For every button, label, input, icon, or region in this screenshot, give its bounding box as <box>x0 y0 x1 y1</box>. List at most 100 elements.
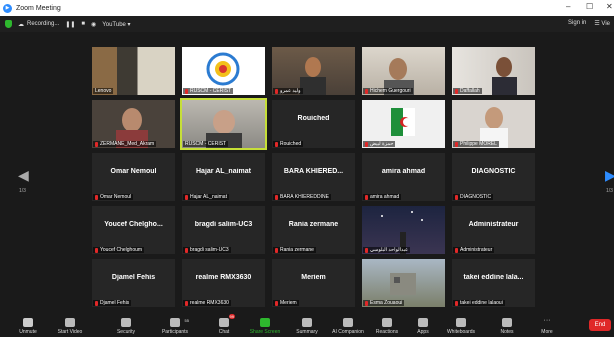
participant-label: takei eddine lalaoui <box>453 300 505 306</box>
participant-tile[interactable]: Omar Nemoul Omar Nemoul <box>92 153 175 201</box>
participant-tile[interactable]: DIAGNOSTIC DIAGNOSTIC <box>452 153 535 201</box>
recording-label: Recording... <box>27 21 60 27</box>
participant-tile[interactable]: Rania zermane Rania zermane <box>272 206 355 254</box>
participant-tile[interactable]: Hichem Guergouri <box>362 47 445 95</box>
zoom-logo-icon: ▶ <box>3 3 12 13</box>
chat-button[interactable]: 99 Chat <box>204 314 244 335</box>
participant-label: Rania zermane <box>273 247 316 253</box>
participant-tile[interactable]: takei eddine lala... takei eddine lalaou… <box>452 259 535 307</box>
page-indicator-right: 1/3 <box>606 188 613 194</box>
participant-label: Philippe MOREL <box>453 141 499 147</box>
participant-tile[interactable]: RUSCM - CERIST <box>182 47 265 95</box>
participant-name-display: amira ahmad <box>381 168 426 175</box>
end-meeting-button[interactable]: End <box>589 319 611 331</box>
muted-mic-icon <box>455 194 458 200</box>
sparkle-icon <box>343 318 353 327</box>
participant-name-display: realme RMX3630 <box>195 274 252 281</box>
participant-tile[interactable]: bragdi salim-UC3 bragdi salim-UC3 <box>182 206 265 254</box>
participant-tile[interactable]: Djamel Fehis Djamel Fehis <box>92 259 175 307</box>
muted-mic-icon <box>275 247 278 253</box>
recording-indicator[interactable]: ☁ Recording... <box>18 21 59 28</box>
participant-tile[interactable]: Daffallah <box>452 47 535 95</box>
muted-mic-icon <box>275 194 278 200</box>
view-button[interactable]: ☰ Vie <box>594 20 610 27</box>
participant-tile[interactable]: realme RMX3630 realme RMX3630 <box>182 259 265 307</box>
participant-label: RUSCM - CERIST <box>183 141 229 147</box>
notes-button[interactable]: Notes <box>487 318 527 335</box>
participant-tile[interactable]: ZERMANE_Med_Akram <box>92 100 175 148</box>
muted-mic-icon <box>365 300 368 306</box>
muted-mic-icon <box>455 247 458 253</box>
video-off-icon <box>65 318 75 327</box>
participant-tile-active-speaker[interactable]: RUSCM - CERIST <box>180 98 267 150</box>
muted-mic-icon <box>455 88 458 94</box>
security-shield-icon <box>121 318 131 327</box>
participant-tile[interactable]: Lenovo <box>92 47 175 95</box>
muted-mic-icon <box>365 194 368 200</box>
participant-label: Hajar AL_naimat <box>183 194 229 200</box>
participant-tile[interactable]: Hajar AL_naimat Hajar AL_naimat <box>182 153 265 201</box>
maximize-button[interactable]: ☐ <box>586 2 593 11</box>
minimize-button[interactable]: – <box>566 2 570 11</box>
participant-name-display: Youcef Chelgho... <box>104 221 163 228</box>
participant-label: وليد عمرو <box>273 88 303 94</box>
participant-label: Hichem Guergouri <box>363 88 413 94</box>
muted-microphone-icon <box>23 318 33 327</box>
previous-page-icon[interactable]: ◀ <box>18 167 29 184</box>
meeting-controls-toolbar: Unmute Start Video Security 55 Participan… <box>0 312 614 337</box>
youtube-dropdown[interactable]: YouTube ▾ <box>102 21 130 28</box>
participant-tile[interactable]: Philippe MOREL <box>452 100 535 148</box>
participant-label: Lenovo <box>93 88 114 94</box>
muted-mic-icon <box>185 88 188 94</box>
muted-mic-icon <box>95 247 98 253</box>
participant-label: حمزة لبيض <box>363 141 396 147</box>
participant-tile[interactable]: Meriem Meriem <box>272 259 355 307</box>
sign-in-link[interactable]: Sign in <box>568 20 586 27</box>
muted-mic-icon <box>275 88 278 94</box>
muted-mic-icon <box>185 194 188 200</box>
stop-recording-icon[interactable]: ■ <box>81 21 85 27</box>
notes-icon <box>502 318 512 327</box>
participant-label: Djamel Fehis <box>93 300 132 306</box>
participant-label: Youcef Chelghoum <box>93 247 145 253</box>
participant-tile[interactable]: حمزة لبيض <box>362 100 445 148</box>
muted-mic-icon <box>275 300 278 306</box>
participant-tile[interactable]: عبدالواحد البلوسي <box>362 206 445 254</box>
participant-tile[interactable]: Esma Zouaoui <box>362 259 445 307</box>
participant-name-display: Meriem <box>301 274 326 281</box>
participant-name-display: Djamel Fehis <box>111 274 156 281</box>
next-page-icon[interactable]: ▶ <box>605 167 614 184</box>
security-button[interactable]: Security <box>106 318 146 335</box>
whiteboards-button[interactable]: Whiteboards <box>441 318 481 335</box>
cloud-icon: ☁ <box>18 21 24 28</box>
more-dots-icon: ··· <box>543 317 551 324</box>
reactions-button[interactable]: Reactions <box>367 318 407 335</box>
muted-mic-icon <box>365 141 368 147</box>
participant-tile[interactable]: amira ahmad amira ahmad <box>362 153 445 201</box>
pause-recording-icon[interactable]: ❚❚ <box>65 21 75 28</box>
muted-mic-icon <box>185 300 188 306</box>
unmute-button[interactable]: Unmute <box>8 318 48 335</box>
participant-tile[interactable]: Administrateur Administrateur <box>452 206 535 254</box>
muted-mic-icon <box>365 247 368 253</box>
summary-document-icon <box>302 318 312 327</box>
participant-tile[interactable]: Youcef Chelgho... Youcef Chelghoum <box>92 206 175 254</box>
muted-mic-icon <box>185 247 188 253</box>
start-video-button[interactable]: Start Video <box>50 318 90 335</box>
participant-tile[interactable]: Rouiched Rouiched <box>272 100 355 148</box>
participant-label: Rouiched <box>273 141 304 147</box>
encryption-shield-icon[interactable] <box>5 20 12 28</box>
participant-tile[interactable]: BARA KHIERED... BARA KHIEREDDINE <box>272 153 355 201</box>
participants-icon: 55 <box>170 318 189 327</box>
apps-button[interactable]: Apps <box>403 318 443 335</box>
page-indicator-left: 1/3 <box>19 188 26 194</box>
meeting-topbar: ☁ Recording... ❚❚ ■ ◉ YouTube ▾ Sign in … <box>0 16 614 32</box>
more-button[interactable]: ··· More <box>527 317 567 335</box>
share-screen-button[interactable]: Share Screen <box>245 318 285 335</box>
ai-companion-button[interactable]: AI Companion <box>328 318 368 335</box>
summary-button[interactable]: Summary <box>287 318 327 335</box>
participant-tile[interactable]: وليد عمرو <box>272 47 355 95</box>
participants-button[interactable]: 55 Participants <box>155 318 195 335</box>
close-button[interactable]: ✕ <box>606 2 613 11</box>
muted-mic-icon <box>275 141 278 147</box>
